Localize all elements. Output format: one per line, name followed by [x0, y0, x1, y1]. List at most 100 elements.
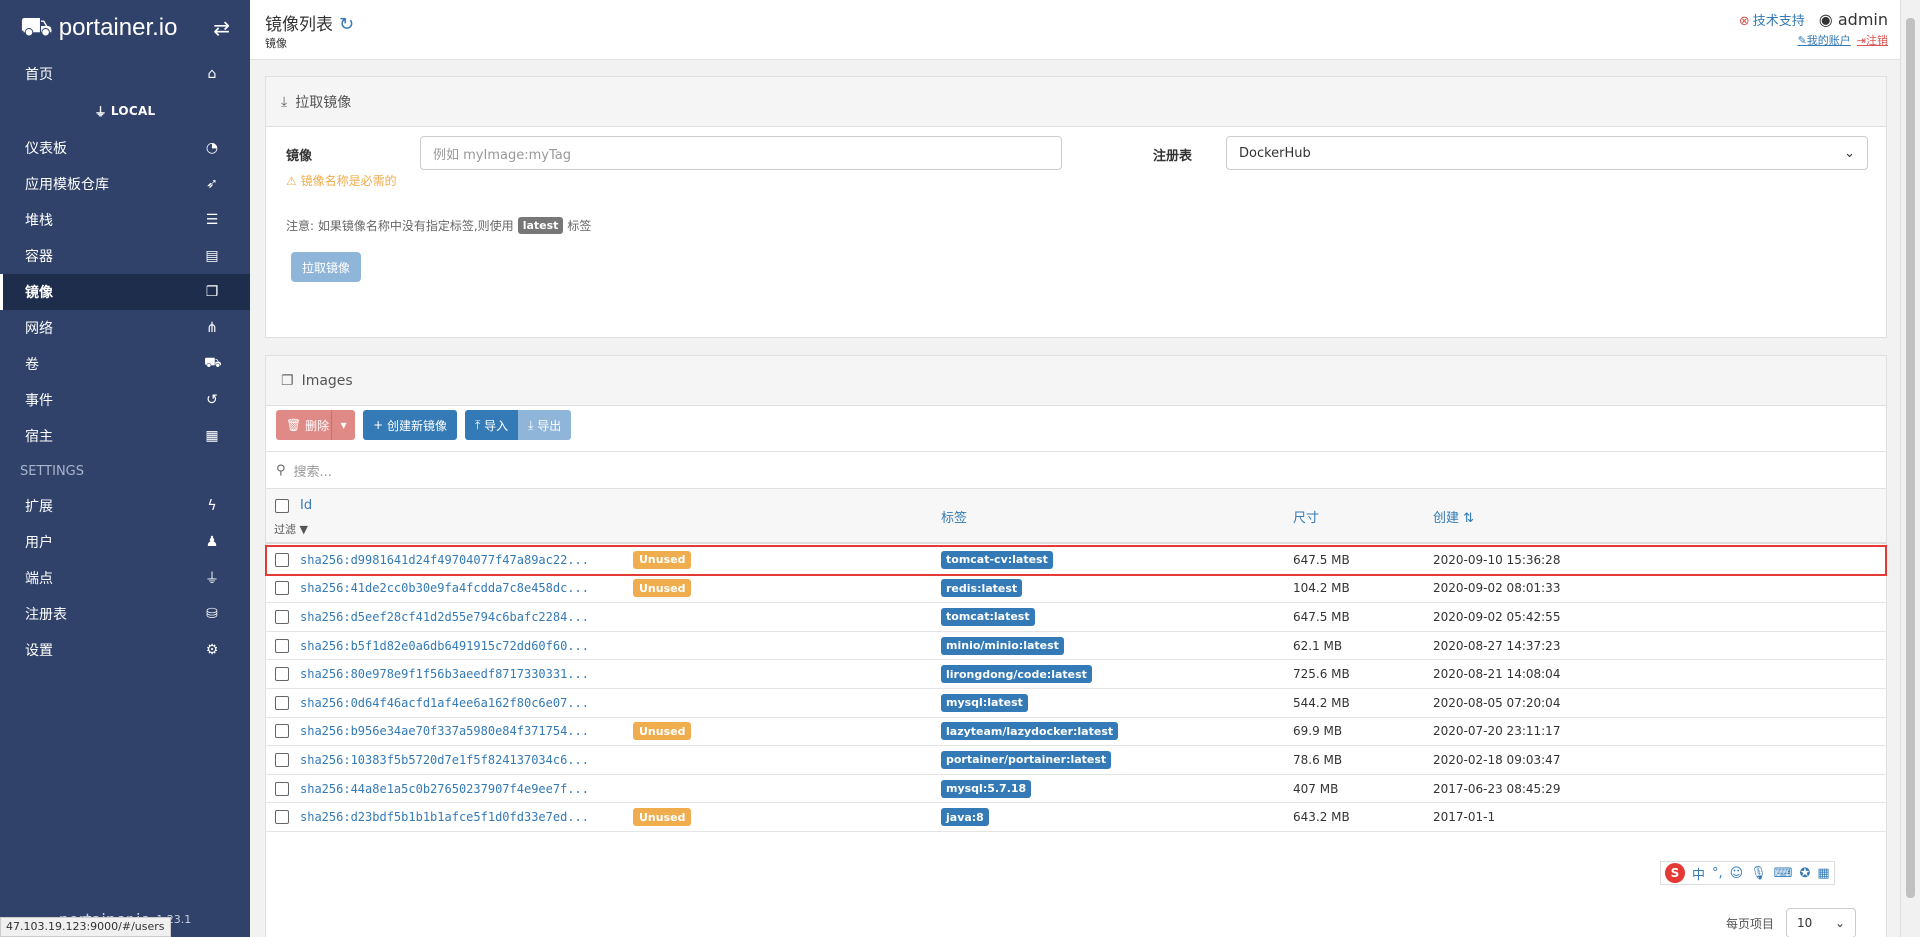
- chinese-mode-icon[interactable]: 中: [1692, 864, 1705, 883]
- portainer-logo[interactable]: ⛟ portainer.io: [20, 11, 177, 46]
- sidebar-item-bolt[interactable]: 扩展 ϟ: [0, 488, 250, 524]
- table-row: sha256:b956e34ae70f337a5980e84f371754...…: [266, 718, 1886, 747]
- image-id-link[interactable]: sha256:10383f5b5720d7e1f5f824137034c6...: [300, 753, 589, 767]
- build-image-button[interactable]: + 创建新镜像: [363, 410, 457, 440]
- unused-badge: Unused: [633, 550, 692, 569]
- image-id-link[interactable]: sha256:44a8e1a5c0b27650237907f4e9ee7f...: [300, 782, 589, 796]
- items-per-page-select[interactable]: 10 ⌄: [1786, 908, 1856, 937]
- sidebar-item-cogs[interactable]: 设置 ⚙: [0, 632, 250, 668]
- image-id-link[interactable]: sha256:d9981641d24f49704077f47a89ac22...: [300, 553, 589, 567]
- row-checkbox[interactable]: [275, 638, 289, 653]
- sidebar-item-rocket[interactable]: 应用模板仓库 ➶: [0, 166, 250, 202]
- plug-icon: ⏚: [205, 571, 219, 587]
- column-size[interactable]: 尺寸: [1293, 507, 1319, 526]
- row-checkbox[interactable]: [275, 810, 289, 825]
- settings-heading: SETTINGS: [20, 463, 85, 479]
- image-id-link[interactable]: sha256:d5eef28cf41d2d55e794c6bafc2284...: [300, 610, 589, 624]
- my-account-link[interactable]: ✎我的账户: [1798, 34, 1851, 47]
- latest-tag-badge: latest: [517, 217, 564, 234]
- row-checkbox[interactable]: [275, 667, 289, 682]
- user-area: ⊗ 技术支持 ◉ admin ✎我的账户 ⇥注销: [1739, 10, 1888, 48]
- pull-image-button[interactable]: 拉取镜像: [291, 252, 361, 282]
- filter-toggle[interactable]: 过滤 ▼: [274, 521, 308, 537]
- image-id-link[interactable]: sha256:b956e34ae70f337a5980e84f371754...: [300, 724, 589, 738]
- column-created[interactable]: 创建 ⇅: [1433, 507, 1474, 526]
- row-checkbox[interactable]: [275, 724, 289, 739]
- image-search-input[interactable]: ⚲ 搜索...: [266, 451, 1886, 489]
- image-created: 2020-09-10 15:36:28: [1433, 552, 1561, 567]
- users-icon: ♟: [205, 534, 219, 550]
- page-scrollbar[interactable]: [1900, 0, 1920, 937]
- download-icon: ⤓: [528, 417, 534, 432]
- remove-button[interactable]: 🗑 删除: [276, 410, 340, 440]
- sidebar-item-server[interactable]: 容器 ▤: [0, 238, 250, 274]
- sidebar-item-clone[interactable]: 镜像 ❐: [0, 274, 250, 310]
- row-checkbox[interactable]: [275, 695, 289, 710]
- image-name-input[interactable]: 例如 myImage:myTag: [420, 136, 1062, 170]
- sidebar-item-users[interactable]: 用户 ♟: [0, 524, 250, 560]
- pull-panel-header: ⤓ 拉取镜像: [266, 77, 1886, 127]
- microphone-icon[interactable]: 🎙: [1750, 866, 1767, 881]
- row-checkbox[interactable]: [275, 609, 289, 624]
- punctuation-icon[interactable]: °,: [1712, 866, 1723, 881]
- image-tag-badge: mysql:5.7.18: [941, 779, 1032, 798]
- image-id-link[interactable]: sha256:b5f1d82e0a6db6491915c72dd60f60...: [300, 639, 589, 653]
- image-id-link[interactable]: sha256:0d64f46acfd1af4ee6a162f80c6e07...: [300, 696, 589, 710]
- sidebar-item-database[interactable]: 注册表 ⛁: [0, 596, 250, 632]
- download-icon: ⤓: [281, 93, 288, 110]
- sidebar-item-dashboard[interactable]: 仪表板 ◔: [0, 130, 250, 166]
- image-size: 78.6 MB: [1293, 752, 1343, 767]
- image-id-link[interactable]: sha256:d23bdf5b1b1b1afce5f1d0fd33e7ed...: [300, 810, 589, 824]
- sidebar-item-plug[interactable]: 端点 ⏚: [0, 560, 250, 596]
- sitemap-icon: ⋔: [206, 320, 218, 336]
- images-panel: ❐ Images 🗑 删除 ▾ + 创建新镜像 ⤒ 导入 ⤓ 导出 ⚲ 搜索... …: [265, 355, 1887, 937]
- row-checkbox[interactable]: [275, 581, 289, 596]
- registry-label: 注册表: [1153, 149, 1193, 164]
- user-circle-icon: ◉: [1818, 10, 1833, 29]
- grid-icon[interactable]: ▦: [1817, 866, 1829, 881]
- table-row: sha256:d23bdf5b1b1b1afce5f1d0fd33e7ed...…: [266, 803, 1886, 832]
- row-checkbox[interactable]: [275, 752, 289, 767]
- server-icon: ▤: [205, 248, 219, 264]
- column-id[interactable]: Id: [300, 498, 312, 513]
- caret-down-icon: ▾: [340, 418, 347, 432]
- select-all-checkbox[interactable]: [275, 499, 289, 513]
- image-id-link[interactable]: sha256:80e978e9f1f56b3aeedf8717330331...: [300, 667, 589, 681]
- image-tag-badge: tomcat:latest: [941, 607, 1035, 626]
- import-button[interactable]: ⤒ 导入: [464, 410, 519, 440]
- support-link[interactable]: ⊗ 技术支持: [1739, 10, 1805, 29]
- refresh-icon[interactable]: ↻: [339, 14, 354, 35]
- breadcrumb: 镜像: [265, 37, 287, 50]
- remove-dropdown-caret[interactable]: ▾: [331, 410, 356, 440]
- row-checkbox[interactable]: [275, 781, 289, 796]
- image-size: 643.2 MB: [1293, 810, 1350, 825]
- sidebar-item-sitemap[interactable]: 网络 ⋔: [0, 310, 250, 346]
- chevron-down-icon: ⌄: [1834, 916, 1845, 930]
- table-row: sha256:0d64f46acfd1af4ee6a162f80c6e07...…: [266, 689, 1886, 718]
- image-id-link[interactable]: sha256:41de2cc0b30e9fa4fcdda7c8e458dc...: [300, 581, 589, 595]
- image-tag-badge: mysql:latest: [941, 693, 1028, 712]
- page-title: 镜像列表 ↻: [265, 14, 355, 35]
- image-tag-badge: tomcat-cv:latest: [941, 550, 1053, 569]
- exchange-icon[interactable]: ⇄: [213, 16, 230, 40]
- sidebar-item-history[interactable]: 事件 ↺: [0, 382, 250, 418]
- history-icon: ↺: [206, 392, 218, 408]
- dashboard-icon: ◔: [205, 140, 219, 156]
- registry-select[interactable]: DockerHub ⌄: [1226, 136, 1868, 170]
- sogou-icon[interactable]: S: [1665, 863, 1685, 883]
- logout-link[interactable]: ⇥注销: [1857, 34, 1888, 47]
- sidebar-item-cubes[interactable]: 卷 ⛟: [0, 346, 250, 382]
- keyboard-icon[interactable]: ⌨: [1774, 866, 1793, 881]
- export-button[interactable]: ⤓ 导出: [518, 410, 572, 440]
- row-checkbox[interactable]: [275, 552, 289, 567]
- sidebar-item-list[interactable]: 堆栈 ☰: [0, 202, 250, 238]
- emoji-icon[interactable]: ☺: [1730, 866, 1744, 881]
- skin-icon[interactable]: ✪: [1800, 866, 1811, 881]
- sort-icon: ⇅: [1463, 511, 1475, 526]
- sidebar-item-home[interactable]: 首页 ⌂: [0, 56, 250, 92]
- column-tags[interactable]: 标签: [941, 507, 967, 526]
- scrollbar-thumb[interactable]: [1906, 18, 1915, 898]
- ime-toolbar: S 中 °, ☺ 🎙 ⌨ ✪ ▦: [1660, 861, 1835, 885]
- sidebar-item-th[interactable]: 宿主 ▦: [0, 418, 250, 454]
- username: ◉ admin: [1818, 10, 1888, 29]
